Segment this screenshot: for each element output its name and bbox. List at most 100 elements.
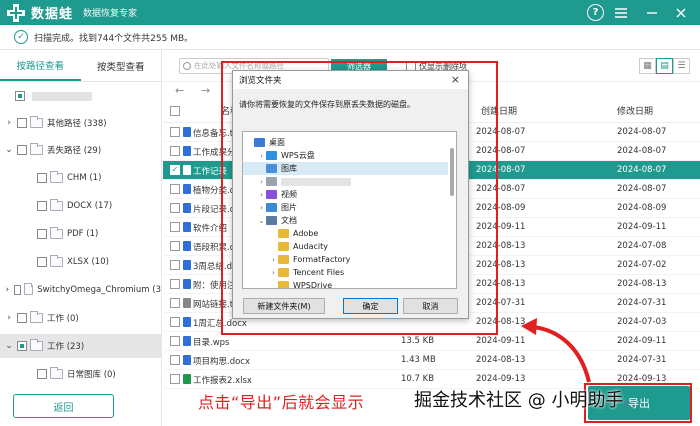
tree-item-label: 日常图库 (0): [67, 370, 116, 380]
tree-item-checkbox[interactable]: [17, 145, 27, 155]
row-checkbox[interactable]: [170, 222, 180, 232]
modified-date: 2024-08-07: [617, 127, 667, 137]
file-type-icon: [183, 355, 191, 365]
search-icon: [183, 62, 191, 70]
tree-item-checkbox[interactable]: [37, 201, 47, 211]
list-view-icon[interactable]: ☰: [673, 58, 690, 74]
header-modified[interactable]: 修改日期: [617, 104, 653, 117]
row-checkbox[interactable]: [170, 146, 180, 156]
sidebar-tree-item[interactable]: › 工作 (0): [0, 306, 161, 330]
sidebar-tree-item[interactable]: › 其他路径 (338): [0, 111, 161, 135]
row-checkbox[interactable]: [170, 374, 180, 384]
check-circle-icon: ✓: [14, 30, 28, 44]
tree-item-checkbox[interactable]: [15, 91, 25, 101]
sidebar-tabs: 按路径查看 按类型查看: [0, 50, 161, 82]
folder-icon: [30, 143, 43, 155]
file-type-icon: [183, 146, 191, 156]
sidebar-tree-item[interactable]: ⌄ 工作 (23): [0, 334, 161, 358]
back-arrow-icon[interactable]: ←: [175, 84, 184, 97]
tree-item-checkbox[interactable]: [13, 285, 21, 295]
tree-item-label: PDF (1): [67, 229, 99, 239]
file-size: 13.5 KB: [401, 336, 435, 346]
sidebar-tree-item[interactable]: XLSX (10): [0, 250, 161, 274]
folder-icon: [30, 339, 43, 351]
close-icon[interactable]: [672, 4, 689, 21]
watermark-text: 掘金技术社区 @ 小明助手: [414, 390, 624, 411]
tree-item-checkbox[interactable]: [37, 229, 47, 239]
sidebar: 按路径查看 按类型查看 › 其他路径 (338) ⌄ 丢失路径 (29) CHM (1)…: [0, 50, 162, 426]
tree-item-label: 工作 (23): [47, 342, 85, 352]
file-type-icon: [183, 203, 191, 213]
sidebar-tree-item[interactable]: › SwitchyOmega_Chromium (3: [0, 278, 161, 302]
minimize-icon[interactable]: [643, 4, 660, 21]
expand-caret-icon[interactable]: ›: [4, 313, 14, 323]
row-checkbox[interactable]: [170, 317, 180, 327]
modified-date: 2024-07-31: [617, 298, 667, 308]
file-type-icon: [183, 184, 191, 194]
file-type-icon: [183, 165, 191, 175]
tree-item-checkbox[interactable]: [37, 369, 47, 379]
created-date: 2024-09-13: [476, 374, 526, 384]
modified-date: 2024-08-07: [617, 146, 667, 156]
row-checkbox[interactable]: [170, 355, 180, 365]
tree-item-label: 其他路径 (338): [47, 119, 107, 129]
tree-item-checkbox[interactable]: [37, 257, 47, 267]
file-type-icon: [183, 279, 191, 289]
row-checkbox[interactable]: [170, 298, 180, 308]
file-type-icon: [183, 241, 191, 251]
folder-icon: [50, 367, 63, 379]
row-checkbox[interactable]: [170, 184, 180, 194]
sidebar-tree-item[interactable]: ⌄ 丢失路径 (29): [0, 138, 161, 162]
modified-date: 2024-07-02: [617, 260, 667, 270]
help-icon[interactable]: ?: [587, 4, 604, 21]
sidebar-tree-item[interactable]: DOCX (17): [0, 194, 161, 218]
modified-date: 2024-08-09: [617, 203, 667, 213]
tab-by-type[interactable]: 按类型查看: [81, 50, 162, 81]
folder-icon: [50, 171, 63, 183]
detail-view-icon[interactable]: ▤: [656, 58, 673, 74]
row-checkbox[interactable]: [170, 127, 180, 137]
forward-arrow-icon[interactable]: →: [201, 84, 210, 97]
row-checkbox[interactable]: [170, 203, 180, 213]
modified-date: 2024-08-07: [617, 165, 667, 175]
tree-item-label: XLSX (10): [67, 257, 109, 267]
file-type-icon: [183, 374, 191, 384]
select-all-checkbox[interactable]: [170, 106, 180, 116]
tree-item-checkbox[interactable]: [17, 341, 27, 351]
logo-plus-icon: [7, 3, 25, 22]
expand-caret-icon[interactable]: ⌄: [4, 341, 14, 351]
sidebar-tree-item[interactable]: 日常图库 (0): [0, 362, 161, 386]
app-subtitle: 数据恢复专家: [83, 9, 138, 19]
expand-caret-icon[interactable]: ⌄: [4, 145, 14, 155]
sidebar-tree-item[interactable]: PDF (1): [0, 222, 161, 246]
modified-date: 2024-08-07: [617, 184, 667, 194]
row-checkbox[interactable]: [170, 336, 180, 346]
menu-icon[interactable]: [612, 4, 629, 21]
row-checkbox[interactable]: [170, 279, 180, 289]
expand-caret-icon[interactable]: ›: [4, 285, 11, 295]
row-checkbox[interactable]: ✓: [170, 165, 180, 175]
expand-caret-icon[interactable]: ›: [4, 118, 14, 128]
tree-item-checkbox[interactable]: [17, 313, 27, 323]
grid-view-icon[interactable]: ▦: [639, 58, 656, 74]
tab-by-path[interactable]: 按路径查看: [0, 50, 81, 81]
sidebar-tree-item[interactable]: [0, 84, 161, 108]
tree-item-checkbox[interactable]: [37, 173, 47, 183]
row-checkbox[interactable]: [170, 241, 180, 251]
file-type-icon: [183, 336, 191, 346]
row-checkbox[interactable]: [170, 260, 180, 270]
modified-date: 2024-09-11: [617, 336, 667, 346]
modified-date: 2024-08-13: [617, 279, 667, 289]
table-row[interactable]: 项目构思.docx 1.43 MB 2024-08-13 2024-07-31: [163, 351, 700, 370]
annotation-caption: 点击“导出”后就会显示: [198, 393, 365, 412]
back-button[interactable]: 返回: [13, 394, 114, 418]
app-name: 数据蛙: [31, 7, 74, 22]
sidebar-tree-item[interactable]: CHM (1): [0, 166, 161, 190]
tree-item-checkbox[interactable]: [17, 118, 27, 128]
tree-item-label: SwitchyOmega_Chromium (3: [37, 285, 161, 295]
tree-item-label: 工作 (0): [47, 314, 79, 324]
folder-icon: [50, 255, 63, 267]
file-name: 项目构思.docx: [193, 357, 251, 367]
file-type-icon: [183, 127, 191, 137]
drive-label-blurred: [32, 91, 92, 101]
